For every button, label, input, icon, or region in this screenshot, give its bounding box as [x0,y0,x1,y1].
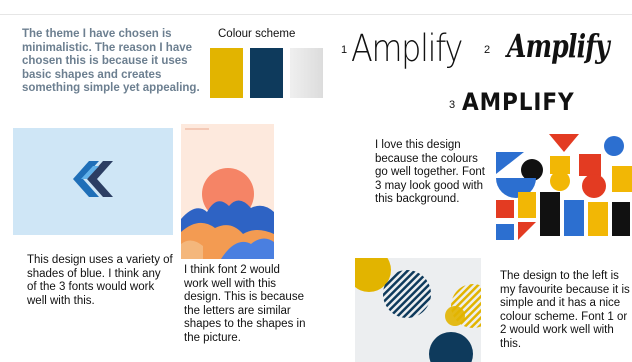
font-sample-1: Amplify [351,27,463,70]
font-number-1: 1 [341,44,348,56]
font-sample-3: AMPLIFY [462,88,575,116]
theme-description: The theme I have chosen is minimalistic.… [22,28,200,95]
geometric-design-image [494,126,632,244]
swatch-navy [250,48,283,98]
swatch-light-grey [290,48,323,98]
top-divider [0,14,632,15]
font-sample-2: Amplify [507,27,610,65]
colour-scheme-title: Colour scheme [218,28,296,40]
geometric-design-note: I love this design because the colours g… [375,139,485,206]
sunset-design-image [181,124,274,259]
sunset-design-note: I think font 2 would work well with this… [184,264,306,344]
font-number-3: 3 [449,99,456,111]
circles-design-image [355,258,481,362]
logo-design-note: This design uses a variety of shades of … [27,254,173,307]
font-number-2: 2 [484,44,491,56]
favourite-design-note: The design to the left is my favourite b… [500,270,630,350]
swatch-yellow [210,48,243,98]
logo-design-image [13,128,173,235]
